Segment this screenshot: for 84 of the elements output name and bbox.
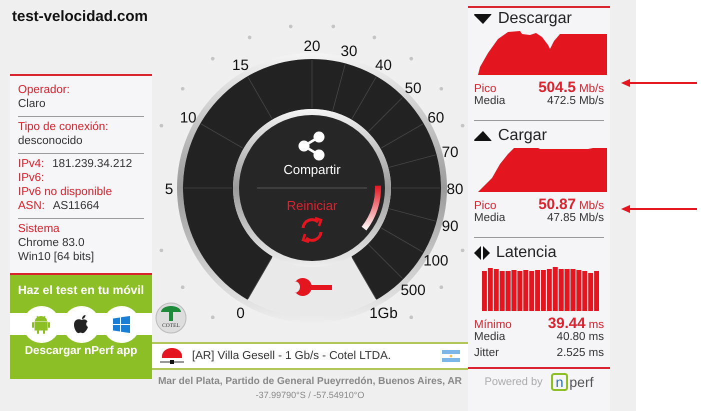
scale-dot (372, 36, 376, 40)
scale-label: 1Gb (369, 304, 398, 322)
result-value: 40.80 ms (556, 331, 604, 343)
info-label: IPv6: (18, 172, 44, 184)
result-label: Media (474, 212, 506, 224)
apple-icon[interactable] (72, 314, 90, 334)
result-value: 50.87 Mb/s (538, 196, 604, 213)
scale-dot (160, 248, 164, 252)
scale-dot (288, 24, 293, 28)
scale-label: 500 (400, 282, 426, 300)
powered-by-text: Powered by (484, 376, 543, 388)
result-value: 47.85 Mb/s (547, 212, 604, 224)
scale-label: 20 (304, 38, 320, 55)
scale-label: 100 (423, 252, 448, 270)
scale-label: 50 (404, 80, 422, 97)
arrow-icon (621, 79, 697, 87)
windows-icon[interactable] (112, 316, 130, 332)
scale-dot (440, 285, 444, 290)
server-location: Mar del Plata, Partido de General Pueyrredón, Buenos Aires, AR (158, 376, 462, 387)
scale-dot (180, 86, 184, 91)
up-triangle-icon (474, 131, 492, 141)
result-value: 39.44 ms (548, 315, 604, 332)
scale-dot (440, 86, 444, 91)
scale-dot (460, 248, 464, 252)
share-icon (298, 132, 324, 160)
nperf-logo[interactable]: n perf (550, 373, 594, 391)
banner-title: Haz el test en tu móvil (18, 283, 144, 297)
scale-dot (331, 24, 336, 28)
result-label: Mínimo (474, 319, 512, 331)
progress-arc (362, 186, 381, 230)
server-coordinates: -37.99790°S / -57.54910°O (256, 390, 364, 400)
result-value: 504.5 Mb/s (538, 79, 604, 96)
result-value: 2.525 ms (556, 347, 604, 359)
scale-label: 60 (428, 110, 444, 126)
scale-label: 90 (442, 218, 458, 235)
info-label: Tipo de conexión: (18, 121, 108, 133)
scale-dot (248, 36, 252, 40)
result-value: 472.5 Mb/s (547, 95, 604, 107)
result-label: Media (474, 331, 506, 343)
info-label: ASN: (18, 200, 45, 212)
result-label: Pico (474, 200, 496, 212)
result-title: Descargar (498, 10, 572, 28)
scale-label: 0 (236, 304, 245, 322)
scale-dot (409, 56, 414, 60)
info-value: Win10 [64 bits] (18, 251, 94, 263)
site-logo[interactable]: test-velocidad.com (12, 8, 148, 25)
info-value: Chrome 83.0 (18, 237, 84, 249)
info-label: Sistema (18, 223, 60, 235)
scale-label: 30 (340, 42, 358, 60)
result-label: Pico (474, 83, 496, 95)
scale-label: 10 (180, 110, 196, 126)
server-name: [AR] Villa Gesell - 1 Gb/s - Cotel LTDA. (192, 350, 392, 362)
result-label: Media (474, 95, 506, 107)
arrow-icon (621, 205, 697, 213)
info-label: IPv4: (18, 158, 44, 170)
info-label: Operador: (18, 84, 70, 96)
scale-label: 15 (232, 57, 249, 74)
scale-label: 5 (164, 181, 174, 198)
android-icon[interactable] (32, 314, 50, 334)
info-value: AS11664 (52, 200, 100, 212)
scale-label: 40 (375, 57, 392, 74)
server-icon (160, 347, 184, 365)
down-triangle-icon (474, 14, 492, 24)
scale-dot (160, 124, 164, 128)
server-bar[interactable]: [AR] Villa Gesell - 1 Gb/s - Cotel LTDA. (152, 342, 468, 370)
result-title: Latencia (496, 244, 556, 262)
result-title: Cargar (498, 127, 547, 145)
result-label: Jitter (474, 347, 499, 359)
scale-label: 80 (446, 181, 464, 198)
wrench-icon[interactable] (294, 278, 332, 296)
scale-dot (210, 56, 215, 60)
scale-label: 70 (442, 144, 458, 161)
share-button[interactable]: Compartir (283, 132, 341, 177)
info-value: 181.239.34.212 (52, 158, 132, 170)
refresh-icon (301, 216, 323, 244)
scale-dot (210, 316, 215, 320)
scale-dot (460, 124, 464, 128)
info-value: desconocido (18, 135, 83, 147)
left-right-triangles-icon (474, 246, 490, 260)
scale-dot (180, 285, 184, 290)
info-value: IPv6 no disponible (18, 186, 112, 198)
flag-icon (442, 350, 460, 362)
info-value: Claro (18, 98, 46, 110)
scale-dot (409, 316, 414, 320)
